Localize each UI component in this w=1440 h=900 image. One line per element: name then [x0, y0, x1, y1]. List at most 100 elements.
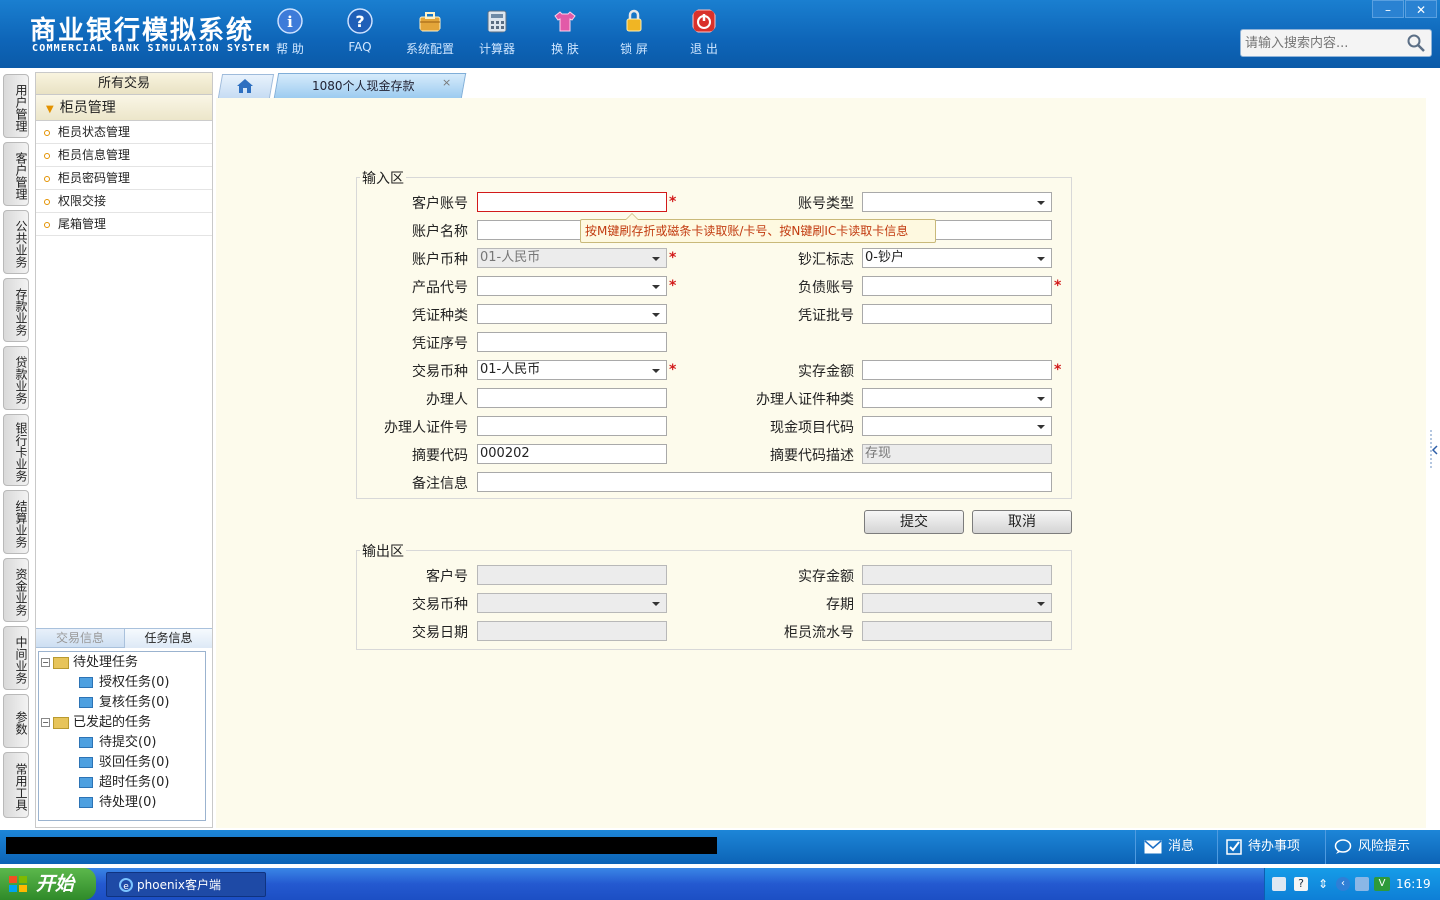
vc-tray-icon[interactable]: V — [1374, 877, 1390, 891]
browser-icon: e — [119, 878, 133, 892]
message-button[interactable]: 消息 — [1135, 830, 1215, 864]
customer-account-input[interactable] — [477, 192, 667, 212]
network-icon[interactable] — [1355, 877, 1369, 891]
account-type-select[interactable] — [862, 192, 1052, 212]
vtab-user-management[interactable]: 用户管理 — [3, 74, 29, 138]
teller-management-group[interactable]: ▼ 柜员管理 — [36, 95, 212, 121]
skin-button[interactable]: 换 肤 — [535, 8, 595, 57]
tree-node-to-process[interactable]: 待处理(0) — [79, 793, 156, 813]
menu-item-tail-box[interactable]: 尾箱管理 — [36, 213, 212, 236]
vtab-customer-management[interactable]: 客户管理 — [3, 142, 29, 206]
vtab-bank-card-business[interactable]: 银行卡业务 — [3, 414, 29, 486]
back-circle-icon[interactable]: ‹ — [1336, 877, 1350, 891]
actual-amount-input[interactable] — [862, 360, 1052, 380]
vtab-deposit-business[interactable]: 存款业务 — [3, 278, 29, 342]
todo-button[interactable]: 待办事项 — [1217, 830, 1323, 864]
system-config-button[interactable]: 系统配置 — [400, 8, 460, 57]
remarks-label: 备注信息 — [412, 476, 468, 492]
search-icon[interactable] — [1407, 34, 1425, 52]
tree-node-review-tasks[interactable]: 复核任务(0) — [79, 693, 169, 713]
vtab-parameters[interactable]: 参数 — [3, 694, 29, 748]
help-tray-icon[interactable]: ? — [1294, 877, 1308, 891]
task-tree: − 待处理任务 授权任务(0) 复核任务(0) − 已发起的任务 待提交(0) 驳回… — [38, 651, 206, 821]
help-button[interactable]: i 帮 助 — [260, 8, 320, 57]
vtab-common-tools[interactable]: 常用工具 — [3, 752, 29, 818]
transaction-panel: 所有交易 ▼ 柜员管理 柜员状态管理 柜员信息管理 柜员密码管理 权限交接 尾箱管… — [35, 72, 213, 828]
voucher-type-select[interactable] — [477, 304, 667, 324]
collapse-right-icon[interactable] — [1430, 430, 1438, 470]
lock-icon — [626, 9, 642, 32]
vtab-fund-business[interactable]: 资金业务 — [3, 558, 29, 622]
message-label: 消息 — [1168, 839, 1195, 854]
all-transactions-header[interactable]: 所有交易 — [36, 73, 212, 95]
tree-node-auth-tasks[interactable]: 授权任务(0) — [79, 673, 169, 693]
menu-item-label: 柜员状态管理 — [58, 125, 131, 139]
liability-account-input[interactable] — [862, 276, 1052, 296]
vtab-loan-business[interactable]: 贷款业务 — [3, 346, 29, 410]
calculator-label: 计算器 — [478, 42, 515, 56]
out-actual-amount-label: 实存金额 — [798, 569, 854, 585]
tree-node-initiated[interactable]: − 已发起的任务 — [41, 713, 151, 733]
risk-alert-button[interactable]: 风险提示 — [1325, 830, 1440, 864]
summary-desc-label: 摘要代码描述 — [770, 448, 854, 464]
submit-button[interactable]: 提交 — [864, 510, 964, 534]
menu-item-teller-info[interactable]: 柜员信息管理 — [36, 144, 212, 167]
output-area-legend: 输出区 — [360, 541, 406, 561]
collapse-icon[interactable]: − — [41, 718, 50, 727]
expand-arrow-icon: ▼ — [46, 104, 54, 115]
tree-node-to-submit[interactable]: 待提交(0) — [79, 733, 156, 753]
lock-screen-button[interactable]: 锁 屏 — [604, 8, 664, 57]
tab-task-info[interactable]: 任务信息 — [124, 629, 212, 648]
faq-button[interactable]: ? FAQ — [330, 8, 390, 54]
status-message-bar — [6, 837, 717, 854]
menu-item-permission-handover[interactable]: 权限交接 — [36, 190, 212, 213]
product-code-select[interactable] — [477, 276, 667, 296]
cancel-button[interactable]: 取消 — [972, 510, 1072, 534]
agent-id-type-select[interactable] — [862, 388, 1052, 408]
collapse-icon[interactable]: − — [41, 658, 50, 667]
close-window-button[interactable]: ✕ — [1405, 0, 1437, 18]
summary-code-input[interactable]: 000202 — [477, 444, 667, 464]
tree-node-rejected[interactable]: 驳回任务(0) — [79, 753, 169, 773]
trade-currency-select[interactable]: 01-人民币 — [477, 360, 667, 380]
folder-icon — [79, 697, 93, 708]
tab-close-icon[interactable]: × — [442, 76, 451, 89]
voucher-serial-label: 凭证序号 — [412, 336, 468, 352]
svg-text:e: e — [123, 882, 129, 892]
menu-item-teller-status[interactable]: 柜员状态管理 — [36, 121, 212, 144]
home-icon[interactable] — [236, 78, 254, 94]
keyboard-icon[interactable] — [1272, 877, 1286, 891]
account-currency-select[interactable]: 01-人民币 — [477, 248, 667, 268]
vtab-intermediate-business[interactable]: 中间业务 — [3, 626, 29, 690]
group-label: 柜员管理 — [59, 100, 116, 116]
vtab-public-business[interactable]: 公共业务 — [3, 210, 29, 274]
voucher-batch-input[interactable] — [862, 304, 1052, 324]
vtab-settlement-business[interactable]: 结算业务 — [3, 490, 29, 554]
calculator-button[interactable]: 计算器 — [467, 8, 527, 57]
tree-node-label: 超时任务(0) — [99, 775, 170, 790]
required-mark: * — [669, 278, 677, 294]
exit-button[interactable]: 退 出 — [674, 8, 734, 57]
tab-transaction-info[interactable]: 交易信息 — [36, 629, 124, 648]
start-button[interactable]: 开始 — [0, 868, 96, 900]
cash-flag-select[interactable]: 0-钞户 — [862, 248, 1052, 268]
voucher-serial-input[interactable] — [477, 332, 667, 352]
tree-node-pending[interactable]: − 待处理任务 — [41, 653, 138, 673]
voucher-type-label: 凭证种类 — [412, 308, 468, 324]
voucher-batch-label: 凭证批号 — [798, 308, 854, 324]
cash-item-code-select[interactable] — [862, 416, 1052, 436]
tree-node-timeout[interactable]: 超时任务(0) — [79, 773, 169, 793]
minimize-button[interactable]: – — [1372, 0, 1404, 18]
agent-id-no-input[interactable] — [477, 416, 667, 436]
agent-input[interactable] — [477, 388, 667, 408]
out-trade-currency-label: 交易币种 — [412, 597, 468, 613]
required-mark: * — [1054, 278, 1062, 294]
summary-code-label: 摘要代码 — [412, 448, 468, 464]
chat-bubble-icon — [1334, 838, 1352, 854]
remarks-input[interactable] — [477, 472, 1052, 492]
menu-item-teller-password[interactable]: 柜员密码管理 — [36, 167, 212, 190]
tray-arrow-icon[interactable]: ⇕ — [1316, 877, 1330, 891]
search-input[interactable] — [1241, 30, 1401, 56]
actual-amount-label: 实存金额 — [798, 364, 854, 380]
taskbar-item-phoenix[interactable]: e phoenix客户端 — [106, 872, 266, 897]
